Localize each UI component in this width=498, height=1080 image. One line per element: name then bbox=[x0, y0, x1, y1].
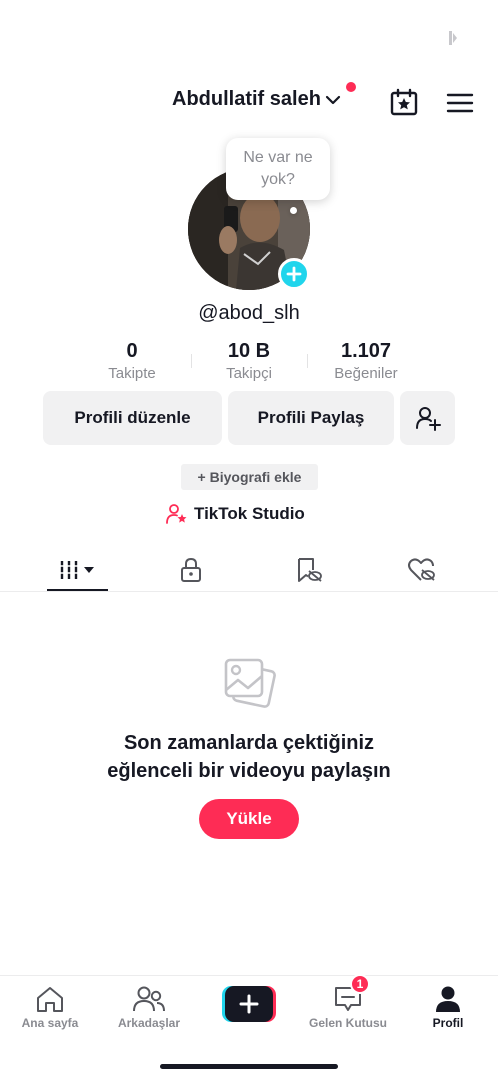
tab-private[interactable] bbox=[160, 548, 221, 592]
menu-button[interactable] bbox=[445, 88, 475, 118]
empty-state-text: Son zamanlarda çektiğiniz eğlenceli bir … bbox=[107, 732, 391, 782]
upload-button[interactable]: Yükle bbox=[199, 799, 299, 839]
inbox-badge: 1 bbox=[350, 974, 370, 994]
nav-profile-label: Profil bbox=[432, 1016, 464, 1030]
create-button[interactable] bbox=[222, 986, 276, 1022]
add-bio-button[interactable]: + Biyografi ekle bbox=[181, 464, 318, 490]
stat-label: Beğeniler bbox=[334, 365, 398, 382]
status-bubble-text: Ne var ne yok? bbox=[243, 149, 313, 188]
chevron-down-icon bbox=[325, 95, 341, 104]
photos-icon bbox=[224, 658, 276, 708]
tab-liked[interactable] bbox=[391, 548, 452, 592]
status-bubble-dot bbox=[290, 207, 297, 214]
status-bubble[interactable]: Ne var ne yok? bbox=[226, 138, 330, 200]
profile-handle: @abod_slh bbox=[198, 302, 300, 324]
calendar-star-icon bbox=[390, 88, 418, 116]
tiktok-studio-link[interactable]: TikTok Studio bbox=[166, 503, 305, 525]
nav-home[interactable]: Ana sayfa bbox=[0, 976, 100, 1038]
tiktok-studio-label: TikTok Studio bbox=[194, 504, 305, 523]
status-indicator bbox=[447, 30, 459, 46]
user-star-icon bbox=[166, 504, 187, 524]
home-indicator bbox=[160, 1064, 338, 1069]
notification-dot bbox=[346, 82, 356, 92]
stat-divider bbox=[191, 354, 192, 368]
stat-value: 10 B bbox=[227, 340, 271, 362]
nav-inbox-label: Gelen Kutusu bbox=[308, 1016, 387, 1030]
account-switcher[interactable]: Abdullatif saleh bbox=[172, 88, 341, 111]
stat-divider bbox=[307, 354, 308, 368]
videos-grid-icon bbox=[58, 561, 94, 579]
add-friend-button[interactable] bbox=[400, 391, 455, 445]
profile-header: Abdullatif saleh bbox=[0, 82, 498, 122]
add-user-icon bbox=[415, 407, 441, 431]
edit-profile-label: Profili düzenle bbox=[74, 408, 191, 427]
add-photo-button[interactable] bbox=[278, 258, 310, 290]
share-profile-label: Profili Paylaş bbox=[257, 408, 365, 427]
hamburger-menu-icon bbox=[446, 93, 474, 113]
plus-icon bbox=[286, 266, 302, 282]
heart-hidden-icon bbox=[407, 558, 435, 581]
account-name: Abdullatif saleh bbox=[172, 88, 321, 110]
stat-value: 1.107 bbox=[340, 340, 392, 362]
nav-profile[interactable]: Profil bbox=[398, 976, 498, 1038]
edit-profile-button[interactable]: Profili düzenle bbox=[43, 391, 222, 445]
active-tab-indicator bbox=[47, 589, 108, 591]
profile-stats: 0 Takipte 10 B Takipçi 1.107 Beğeniler bbox=[0, 338, 498, 388]
nav-friends[interactable]: Arkadaşlar bbox=[99, 976, 199, 1038]
nav-home-label: Ana sayfa bbox=[21, 1016, 79, 1030]
stat-value: 0 bbox=[126, 340, 138, 362]
home-icon bbox=[37, 987, 63, 1012]
stat-label: Takipçi bbox=[226, 365, 272, 382]
nav-inbox[interactable]: 1 Gelen Kutusu bbox=[298, 974, 398, 1038]
nav-friends-label: Arkadaşlar bbox=[117, 1016, 181, 1030]
empty-state-title: Son zamanlarda çektiğiniz eğlenceli bir … bbox=[0, 729, 498, 785]
stat-label: Takipte bbox=[108, 365, 156, 382]
profile-icon bbox=[436, 986, 460, 1012]
profile-tabs bbox=[0, 548, 498, 592]
share-profile-button[interactable]: Profili Paylaş bbox=[228, 391, 394, 445]
stat-followers[interactable]: 10 B Takipçi bbox=[194, 338, 304, 384]
bookmark-hidden-icon bbox=[297, 558, 322, 582]
stat-following[interactable]: 0 Takipte bbox=[77, 338, 187, 384]
lock-icon bbox=[180, 557, 201, 582]
tab-saved[interactable] bbox=[278, 548, 339, 592]
stat-likes[interactable]: 1.107 Beğeniler bbox=[311, 338, 421, 384]
tab-videos[interactable] bbox=[47, 548, 108, 592]
friends-icon bbox=[133, 986, 165, 1012]
calendar-star-button[interactable] bbox=[389, 88, 419, 118]
